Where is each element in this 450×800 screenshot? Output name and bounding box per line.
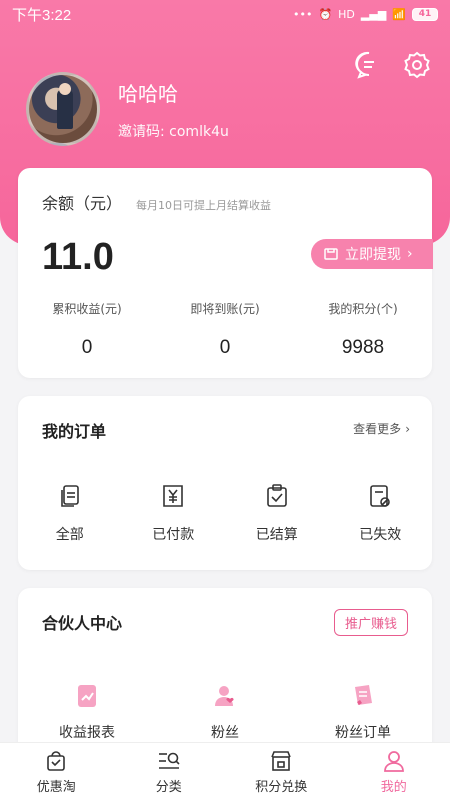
withdraw-button[interactable]: 立即提现 ›: [311, 239, 433, 269]
tab-points-exchange[interactable]: 积分兑换: [225, 743, 338, 800]
avatar[interactable]: [26, 72, 100, 146]
balance-card: 余额（元） 每月10日可提上月结算收益 11.0 立即提现 › 累积收益(元) …: [18, 168, 433, 378]
battery-icon: 41: [412, 7, 438, 21]
bottom-tab-bar: 优惠淘 分类 积分兑换 我的: [0, 742, 450, 800]
partner-fans[interactable]: 粉丝: [156, 682, 294, 742]
stat-title: 即将到账(元): [190, 302, 260, 316]
order-all[interactable]: 全部: [18, 482, 122, 544]
tab-label: 分类: [155, 779, 182, 795]
store-icon: [271, 750, 291, 771]
tab-category[interactable]: 分类: [113, 743, 226, 800]
partner-label: 粉丝订单: [335, 725, 391, 741]
partner-report[interactable]: 收益报表: [18, 682, 156, 742]
tab-label: 我的: [380, 779, 407, 795]
clipboard-check-icon: [266, 484, 287, 507]
document-cancel-icon: [370, 485, 391, 507]
stat-cumulative-income[interactable]: 累积收益(元) 0: [18, 300, 156, 359]
signal-icon: ▂▄▆: [360, 7, 387, 21]
signal-hd-label: HD: [338, 7, 355, 21]
tab-deals[interactable]: 优惠淘: [0, 743, 113, 800]
message-icon[interactable]: [354, 50, 384, 80]
order-settled[interactable]: 已结算: [225, 482, 329, 544]
settings-gear-icon[interactable]: [402, 50, 432, 80]
order-label: 已失效: [359, 527, 402, 543]
stat-value: 0: [81, 337, 93, 358]
balance-amount: 11.0: [42, 236, 114, 278]
fans-icon: [215, 686, 234, 706]
wallet-icon: [324, 248, 338, 260]
balance-label: 余额（元）: [42, 194, 123, 213]
chevron-right-icon: ›: [405, 421, 410, 436]
status-time: 下午3:22: [12, 6, 72, 24]
orders-title: 我的订单: [42, 422, 107, 441]
tab-mine[interactable]: 我的: [338, 743, 450, 800]
category-search-icon: [158, 752, 180, 769]
shopping-bag-icon: [47, 750, 66, 771]
partner-label: 收益报表: [59, 725, 115, 741]
partner-card: 合伙人中心 推广赚钱 收益报表 粉丝 粉丝订单: [18, 588, 432, 758]
more-dots-icon: •••: [292, 7, 313, 21]
stat-value: 9988: [341, 337, 385, 358]
stat-value: 0: [219, 337, 231, 358]
stat-title: 累积收益(元): [52, 302, 122, 316]
view-more-label: 查看更多: [353, 422, 402, 436]
order-label: 已付款: [152, 527, 195, 543]
stat-title: 我的积分(个): [328, 302, 398, 316]
invite-code: 邀请码: comlk4u: [118, 123, 229, 140]
stat-points[interactable]: 我的积分(个) 9988: [294, 300, 432, 359]
yuan-receipt-icon: [163, 485, 184, 507]
order-label: 全部: [55, 527, 84, 543]
partner-label: 粉丝: [211, 725, 239, 741]
partner-title: 合伙人中心: [42, 614, 123, 633]
report-icon: [78, 685, 96, 707]
view-more-link[interactable]: 查看更多 ›: [353, 420, 410, 437]
fans-order-icon: [355, 685, 372, 705]
orders-card: 我的订单 查看更多 › 全部 已付款 已结算 已失效: [18, 396, 432, 570]
stat-pending[interactable]: 即将到账(元) 0: [156, 300, 294, 359]
chevron-right-icon: ›: [407, 246, 413, 262]
order-label: 已结算: [255, 527, 298, 543]
alarm-icon: ⏰: [318, 7, 333, 21]
document-copy-icon: [60, 485, 79, 507]
balance-hint: 每月10日可提上月结算收益: [136, 199, 272, 212]
promo-button[interactable]: 推广赚钱: [333, 609, 408, 636]
order-invalid[interactable]: 已失效: [329, 482, 433, 544]
tab-label: 优惠淘: [36, 779, 76, 795]
nickname: 哈哈哈: [118, 81, 178, 106]
tab-label: 积分兑换: [255, 779, 308, 795]
profile-section: 哈哈哈 邀请码: comlk4u: [26, 72, 229, 146]
partner-fans-orders[interactable]: 粉丝订单: [294, 682, 432, 742]
wifi-icon: 📶: [392, 7, 406, 21]
user-icon: [383, 750, 404, 772]
order-paid[interactable]: 已付款: [122, 482, 226, 544]
status-bar: 下午3:22 ••• ⏰ HD ▂▄▆ 📶 41: [0, 0, 450, 28]
withdraw-label: 立即提现: [345, 247, 401, 263]
